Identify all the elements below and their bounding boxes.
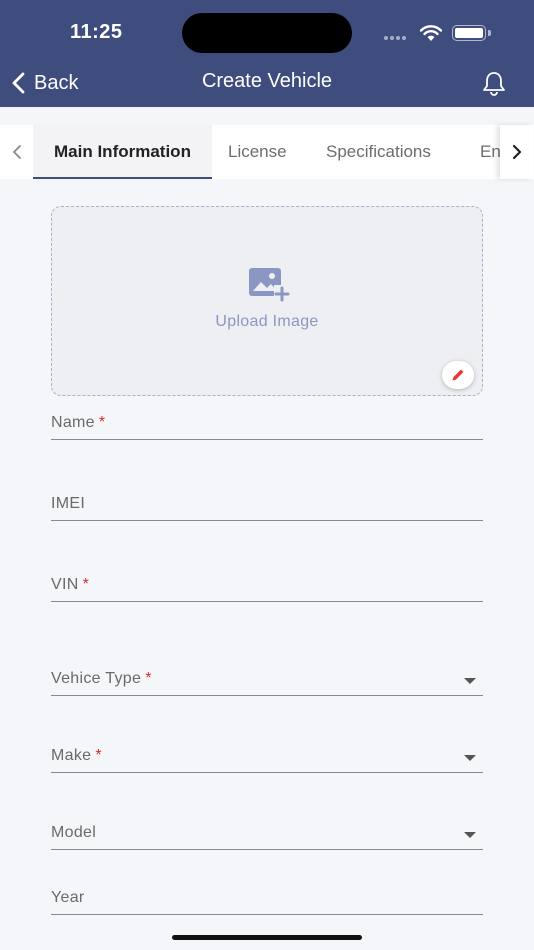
name-field[interactable]: Name * [51, 410, 483, 440]
home-indicator [172, 935, 362, 940]
app-header: 11:25 Back Create Vehicle [0, 0, 534, 107]
vin-field[interactable]: VIN * [51, 572, 483, 602]
vehicle-type-select[interactable]: Vehice Type * [51, 666, 483, 696]
chevron-left-icon [12, 145, 21, 159]
year-field[interactable]: Year [51, 885, 483, 915]
dropdown-caret-icon [464, 755, 476, 761]
imei-field[interactable]: IMEI [51, 491, 483, 521]
bell-icon[interactable] [480, 70, 508, 96]
dropdown-caret-icon [464, 678, 476, 684]
required-marker: * [95, 747, 102, 764]
vehicle-type-label: Vehice Type * [51, 670, 152, 687]
vin-field-label: VIN * [51, 576, 90, 593]
battery-tip [488, 30, 491, 36]
tab-main-information[interactable]: Main Information [33, 125, 212, 179]
model-select[interactable]: Model [51, 820, 483, 850]
edit-image-button[interactable] [442, 361, 474, 389]
status-time: 11:25 [70, 21, 123, 43]
add-image-icon [249, 268, 290, 302]
name-field-label: Name * [51, 414, 106, 431]
upload-image-label: Upload Image [215, 313, 319, 330]
required-marker: * [98, 414, 106, 431]
battery-icon [452, 25, 486, 41]
make-label: Make * [51, 747, 102, 764]
pencil-icon [452, 369, 464, 381]
tab-scroll-left-button[interactable] [0, 125, 33, 179]
tab-engine[interactable]: En [480, 125, 500, 179]
model-label: Model [51, 824, 97, 841]
required-marker: * [82, 576, 90, 593]
chevron-right-icon [512, 144, 521, 160]
upload-image-area[interactable]: Upload Image [51, 206, 483, 396]
dynamic-island [182, 13, 352, 53]
required-marker: * [145, 670, 152, 687]
tab-scroll-right-button[interactable] [500, 125, 533, 179]
dropdown-caret-icon [464, 832, 476, 838]
imei-field-label: IMEI [51, 495, 86, 512]
tab-specifications[interactable]: Specifications [326, 125, 431, 179]
make-select[interactable]: Make * [51, 743, 483, 773]
wifi-icon [419, 25, 443, 41]
page-title: Create Vehicle [201, 70, 333, 92]
year-label: Year [51, 889, 85, 906]
tab-bar: Main Information License Specifications … [0, 125, 534, 179]
tab-license[interactable]: License [228, 125, 287, 179]
cellular-signal-icon [384, 36, 406, 40]
